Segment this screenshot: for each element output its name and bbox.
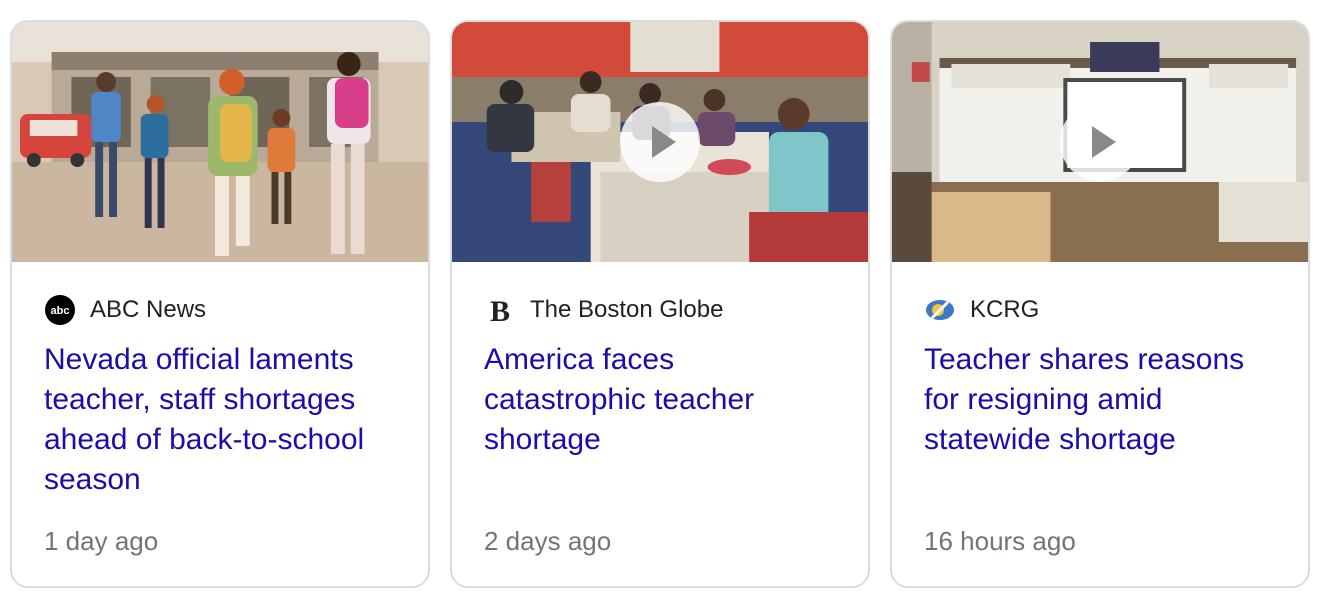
play-video-icon[interactable] (1060, 102, 1140, 182)
news-source: KCRG (924, 292, 1039, 328)
source-name: ABC News (90, 296, 207, 323)
svg-text:B: B (490, 295, 510, 326)
news-card[interactable]: B The Boston Globe America faces catastr… (450, 20, 870, 588)
play-video-icon[interactable] (620, 102, 700, 182)
source-name: The Boston Globe (530, 296, 724, 323)
news-timestamp: 2 days ago (484, 526, 612, 556)
news-card[interactable]: KCRG Teacher shares reasons for resignin… (890, 20, 1310, 588)
news-timestamp: 16 hours ago (924, 526, 1076, 556)
news-thumbnail[interactable] (12, 22, 428, 262)
news-headline-link[interactable]: Nevada official laments teacher, staff s… (44, 340, 404, 500)
svg-text:abc: abc (51, 305, 70, 317)
boston-globe-logo-icon: B (484, 294, 516, 326)
news-thumbnail[interactable] (892, 22, 1308, 262)
news-source: abc ABC News (44, 292, 206, 328)
news-card[interactable]: abc ABC News Nevada official laments tea… (10, 20, 430, 588)
news-timestamp: 1 day ago (44, 526, 159, 556)
abc-news-logo-icon: abc (44, 294, 76, 326)
news-source: B The Boston Globe (484, 292, 723, 328)
news-thumbnail[interactable] (452, 22, 868, 262)
kcrg-logo-icon (924, 294, 956, 326)
kids-walking-to-school-image (12, 22, 428, 262)
news-headline-link[interactable]: America faces catastrophic teacher short… (484, 340, 844, 460)
source-name: KCRG (970, 296, 1040, 323)
news-headline-link[interactable]: Teacher shares reasons for resigning ami… (924, 340, 1284, 460)
